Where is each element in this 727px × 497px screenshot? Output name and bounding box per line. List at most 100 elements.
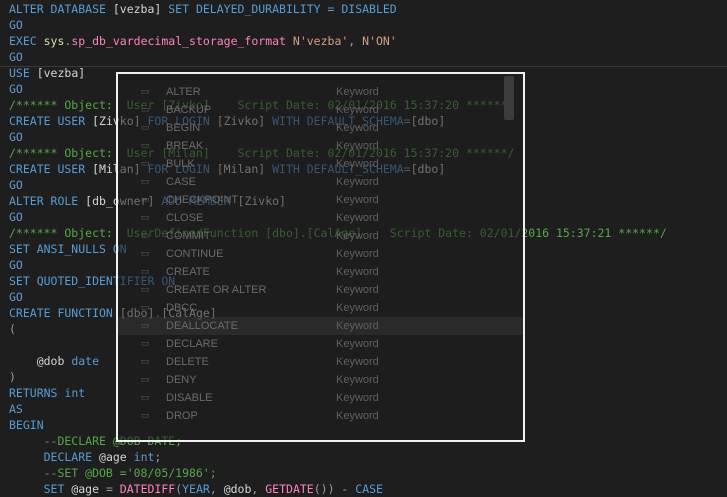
- completion-item-label: CHECKPOINT: [166, 194, 239, 206]
- completion-item-type: Keyword: [336, 122, 379, 134]
- code-token: CREATE USER: [9, 114, 93, 128]
- keyword-icon: ▭: [140, 357, 150, 367]
- keyword-icon: ▭: [140, 123, 150, 133]
- completion-item-label: CASE: [166, 176, 196, 188]
- code-token: int: [64, 386, 86, 400]
- completion-item-type: Keyword: [336, 158, 379, 170]
- code-line[interactable]: (: [9, 321, 16, 337]
- code-token: ,: [348, 34, 363, 48]
- code-token: SET DELAYED_DURABILITY = DISABLED: [161, 2, 397, 16]
- completion-item[interactable]: ▭ DELETE Keyword: [118, 353, 523, 371]
- code-token: GO: [9, 130, 23, 144]
- completion-item[interactable]: ▭ DENY Keyword: [118, 371, 523, 389]
- completion-item[interactable]: ▭ DROP Keyword: [118, 407, 523, 425]
- completion-item[interactable]: ▭ CASE Keyword: [118, 173, 523, 191]
- code-token: @age: [99, 450, 134, 464]
- code-line[interactable]: SET @age = DATEDIFF(YEAR, @dob, GETDATE(…: [9, 481, 383, 497]
- code-token: ALTER DATABASE: [9, 2, 113, 16]
- code-line[interactable]: BEGIN: [9, 417, 44, 433]
- code-token: GETDATE: [265, 482, 314, 496]
- completion-item[interactable]: ▭ DECLARE Keyword: [118, 335, 523, 353]
- completion-item-label: DELETE: [166, 356, 209, 368]
- code-line[interactable]: AS: [9, 401, 23, 417]
- completion-item[interactable]: ▭ COMMIT Keyword: [118, 227, 523, 245]
- completion-item-type: Keyword: [336, 302, 379, 314]
- completion-item[interactable]: ▭ BACKUP Keyword: [118, 101, 523, 119]
- code-line[interactable]: GO: [9, 129, 23, 145]
- keyword-icon: ▭: [140, 285, 150, 295]
- completion-item[interactable]: ▭ ALTER Keyword: [118, 83, 523, 101]
- code-token: date: [71, 354, 100, 368]
- completion-item[interactable]: ▭ DBCC Keyword: [118, 299, 523, 317]
- completion-item-label: BULK: [166, 158, 195, 170]
- completion-item[interactable]: ▭ CREATE OR ALTER Keyword: [118, 281, 523, 299]
- code-line[interactable]: USE [vezba]: [9, 65, 85, 81]
- completion-item[interactable]: ▭ BEGIN Keyword: [118, 119, 523, 137]
- code-token: (: [175, 482, 183, 496]
- code-line[interactable]: GO: [9, 209, 23, 225]
- code-token: EXEC: [9, 34, 44, 48]
- current-line-marker: [0, 66, 727, 67]
- completion-item-type: Keyword: [336, 392, 379, 404]
- completion-item[interactable]: ▭ CLOSE Keyword: [118, 209, 523, 227]
- completion-item-label: DBCC: [166, 302, 198, 314]
- code-line[interactable]: EXEC sys.sp_db_vardecimal_storage_format…: [9, 33, 397, 49]
- code-line[interactable]: --SET @DOB ='08/05/1986';: [9, 465, 217, 481]
- code-line[interactable]: ): [9, 369, 16, 385]
- code-token: GO: [9, 82, 23, 96]
- completion-item-type: Keyword: [336, 86, 379, 98]
- code-line[interactable]: GO: [9, 177, 23, 193]
- keyword-icon: ▭: [140, 249, 150, 259]
- code-line[interactable]: GO: [9, 17, 23, 33]
- completion-item[interactable]: ▭ DEALLOCATE Keyword: [118, 317, 523, 335]
- code-token: GO: [9, 50, 23, 64]
- keyword-icon: ▭: [140, 375, 150, 385]
- completion-item-type: Keyword: [336, 176, 379, 188]
- code-token: ()): [313, 482, 342, 496]
- completion-item[interactable]: ▭ BULK Keyword: [118, 155, 523, 173]
- code-token: ): [9, 370, 16, 384]
- keyword-icon: ▭: [140, 393, 150, 403]
- code-line[interactable]: GO: [9, 81, 23, 97]
- completion-item-label: BEGIN: [166, 122, 201, 134]
- keyword-icon: ▭: [140, 159, 150, 169]
- completion-item[interactable]: ▭ BREAK Keyword: [118, 137, 523, 155]
- code-token: sp_db_vardecimal_storage_format: [71, 34, 286, 48]
- completion-item[interactable]: ▭ CONTINUE Keyword: [118, 245, 523, 263]
- completion-item-label: CLOSE: [166, 212, 204, 224]
- autocomplete-popup[interactable]: ▭ ALTER Keyword ▭ BACKUP Keyword ▭ BEGIN Keyword…: [116, 72, 525, 442]
- code-line[interactable]: GO: [9, 289, 23, 305]
- code-token: CREATE USER: [9, 162, 93, 176]
- code-token: [vezba]: [36, 66, 86, 80]
- code-line[interactable]: RETURNS int: [9, 385, 85, 401]
- keyword-icon: ▭: [140, 141, 150, 151]
- completion-item-type: Keyword: [336, 194, 379, 206]
- code-line[interactable]: DECLARE @age int;: [9, 449, 162, 465]
- code-line[interactable]: @dob date: [9, 353, 99, 369]
- completion-item-type: Keyword: [336, 266, 379, 278]
- completion-item-type: Keyword: [336, 140, 379, 152]
- code-line[interactable]: ALTER DATABASE [vezba] SET DELAYED_DURAB…: [9, 1, 397, 17]
- keyword-icon: ▭: [140, 267, 150, 277]
- code-line[interactable]: SET ANSI_NULLS ON: [9, 241, 127, 257]
- completion-item-type: Keyword: [336, 410, 379, 422]
- code-token: @age: [71, 482, 106, 496]
- completion-item[interactable]: ▭ DISABLE Keyword: [118, 389, 523, 407]
- completion-item-type: Keyword: [336, 248, 379, 260]
- completion-item-label: BACKUP: [166, 104, 212, 116]
- code-token: GO: [9, 18, 23, 32]
- code-line[interactable]: GO: [9, 257, 23, 273]
- completion-item[interactable]: ▭ CREATE Keyword: [118, 263, 523, 281]
- code-token: CREATE FUNCTION: [9, 306, 120, 320]
- code-token: GO: [9, 258, 23, 272]
- keyword-icon: ▭: [140, 87, 150, 97]
- completion-item-type: Keyword: [336, 212, 379, 224]
- keyword-icon: ▭: [140, 177, 150, 187]
- completion-item-type: Keyword: [336, 284, 379, 296]
- completion-item-label: DEALLOCATE: [166, 320, 238, 332]
- code-token: -: [341, 482, 356, 496]
- code-line[interactable]: GO: [9, 49, 23, 65]
- keyword-icon: ▭: [140, 231, 150, 241]
- completion-item[interactable]: ▭ CHECKPOINT Keyword: [118, 191, 523, 209]
- popup-scrollbar[interactable]: [504, 76, 514, 120]
